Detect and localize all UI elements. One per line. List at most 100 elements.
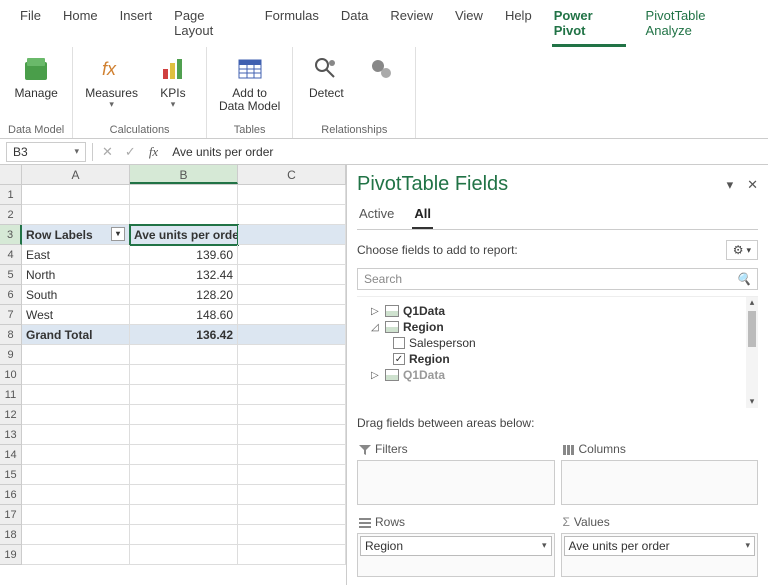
tab-pivottable-analyze[interactable]: PivotTable Analyze: [644, 6, 750, 47]
cell-C18[interactable]: [238, 525, 346, 545]
cell-B13[interactable]: [130, 425, 238, 445]
scroll-down-icon[interactable]: ▾: [746, 396, 758, 408]
pane-tab-active[interactable]: Active: [357, 204, 396, 229]
cell-A5[interactable]: North: [22, 265, 130, 285]
pill-region[interactable]: Region▾: [360, 536, 552, 556]
cell-C10[interactable]: [238, 365, 346, 385]
field-list-scrollbar[interactable]: ▴ ▾: [746, 297, 758, 408]
cell-A19[interactable]: [22, 545, 130, 565]
cell-B18[interactable]: [130, 525, 238, 545]
tab-power-pivot[interactable]: Power Pivot: [552, 6, 626, 47]
cell-A14[interactable]: [22, 445, 130, 465]
tab-formulas[interactable]: Formulas: [263, 6, 321, 47]
cell-A7[interactable]: West: [22, 305, 130, 325]
row-header[interactable]: 10: [0, 365, 22, 385]
cell-B14[interactable]: [130, 445, 238, 465]
cell-A15[interactable]: [22, 465, 130, 485]
columns-dropzone[interactable]: [561, 460, 759, 505]
row-header[interactable]: 11: [0, 385, 22, 405]
cell-B11[interactable]: [130, 385, 238, 405]
row-header[interactable]: 7: [0, 305, 22, 325]
rows-area[interactable]: Rows Region▾: [357, 511, 555, 578]
cell-C8[interactable]: [238, 325, 346, 345]
row-header[interactable]: 14: [0, 445, 22, 465]
cell-C11[interactable]: [238, 385, 346, 405]
row-header[interactable]: 18: [0, 525, 22, 545]
tab-insert[interactable]: Insert: [118, 6, 155, 47]
row-header[interactable]: 4: [0, 245, 22, 265]
chevron-down-icon[interactable]: ▾: [542, 540, 547, 551]
pane-dropdown-icon[interactable]: ▾: [727, 177, 734, 193]
scroll-up-icon[interactable]: ▴: [746, 297, 758, 309]
fields-settings-button[interactable]: ⚙ ▾: [726, 240, 758, 260]
gears-button[interactable]: [357, 51, 407, 89]
filters-dropzone[interactable]: [357, 460, 555, 505]
cell-A2[interactable]: [22, 205, 130, 225]
cell-A1[interactable]: [22, 185, 130, 205]
row-header[interactable]: 1: [0, 185, 22, 205]
cell-C5[interactable]: [238, 265, 346, 285]
cell-B16[interactable]: [130, 485, 238, 505]
cell-A3[interactable]: Row Labels▾: [22, 225, 130, 245]
field-table-q1data[interactable]: ▷Q1Data: [357, 303, 758, 319]
cell-B9[interactable]: [130, 345, 238, 365]
cell-B17[interactable]: [130, 505, 238, 525]
cell-A13[interactable]: [22, 425, 130, 445]
select-all-corner[interactable]: [0, 165, 22, 184]
collapse-icon[interactable]: ◿: [371, 322, 381, 333]
measures-button[interactable]: fxMeasures: [81, 51, 142, 112]
tab-review[interactable]: Review: [388, 6, 435, 47]
cell-B12[interactable]: [130, 405, 238, 425]
cell-B2[interactable]: [130, 205, 238, 225]
tab-data[interactable]: Data: [339, 6, 370, 47]
cell-C2[interactable]: [238, 205, 346, 225]
cell-B4[interactable]: 139.60: [130, 245, 238, 265]
filter-dropdown-icon[interactable]: ▾: [111, 227, 125, 241]
cell-C12[interactable]: [238, 405, 346, 425]
row-header[interactable]: 15: [0, 465, 22, 485]
checkbox[interactable]: ✓: [393, 353, 405, 365]
spreadsheet-grid[interactable]: A B C 123Row Labels▾Ave units per order4…: [0, 165, 346, 585]
field-salesperson[interactable]: Salesperson: [357, 335, 758, 351]
add-to-button[interactable]: Add toData Model: [215, 51, 284, 115]
cell-B6[interactable]: 128.20: [130, 285, 238, 305]
cell-A8[interactable]: Grand Total: [22, 325, 130, 345]
field-region[interactable]: ✓Region: [357, 351, 758, 367]
values-dropzone[interactable]: Ave units per order▾: [561, 533, 759, 578]
fx-icon[interactable]: fx: [145, 144, 162, 160]
cell-C13[interactable]: [238, 425, 346, 445]
row-header[interactable]: 17: [0, 505, 22, 525]
checkbox[interactable]: [393, 337, 405, 349]
cell-A12[interactable]: [22, 405, 130, 425]
pill-ave-units-per-order[interactable]: Ave units per order▾: [564, 536, 756, 556]
cell-A18[interactable]: [22, 525, 130, 545]
manage-button[interactable]: Manage: [10, 51, 61, 102]
cell-C7[interactable]: [238, 305, 346, 325]
expand-icon[interactable]: ▷: [371, 370, 381, 381]
row-header[interactable]: 19: [0, 545, 22, 565]
row-header[interactable]: 5: [0, 265, 22, 285]
check-icon[interactable]: ✓: [122, 144, 139, 160]
cell-C3[interactable]: [238, 225, 346, 245]
cancel-icon[interactable]: ✕: [99, 144, 116, 160]
cell-B19[interactable]: [130, 545, 238, 565]
tab-page-layout[interactable]: Page Layout: [172, 6, 245, 47]
scroll-thumb[interactable]: [748, 311, 756, 347]
tab-help[interactable]: Help: [503, 6, 534, 47]
cell-B1[interactable]: [130, 185, 238, 205]
cell-A16[interactable]: [22, 485, 130, 505]
pane-tab-all[interactable]: All: [412, 204, 433, 229]
cell-C16[interactable]: [238, 485, 346, 505]
cell-C1[interactable]: [238, 185, 346, 205]
expand-icon[interactable]: ▷: [371, 306, 381, 317]
name-box[interactable]: B3 ▾: [6, 142, 86, 162]
cell-B5[interactable]: 132.44: [130, 265, 238, 285]
chevron-down-icon[interactable]: ▾: [745, 540, 750, 551]
cell-B8[interactable]: 136.42: [130, 325, 238, 345]
cell-C14[interactable]: [238, 445, 346, 465]
row-header[interactable]: 12: [0, 405, 22, 425]
columns-area[interactable]: Columns: [561, 438, 759, 505]
values-area[interactable]: ΣValues Ave units per order▾: [561, 511, 759, 578]
row-header[interactable]: 6: [0, 285, 22, 305]
row-header[interactable]: 13: [0, 425, 22, 445]
